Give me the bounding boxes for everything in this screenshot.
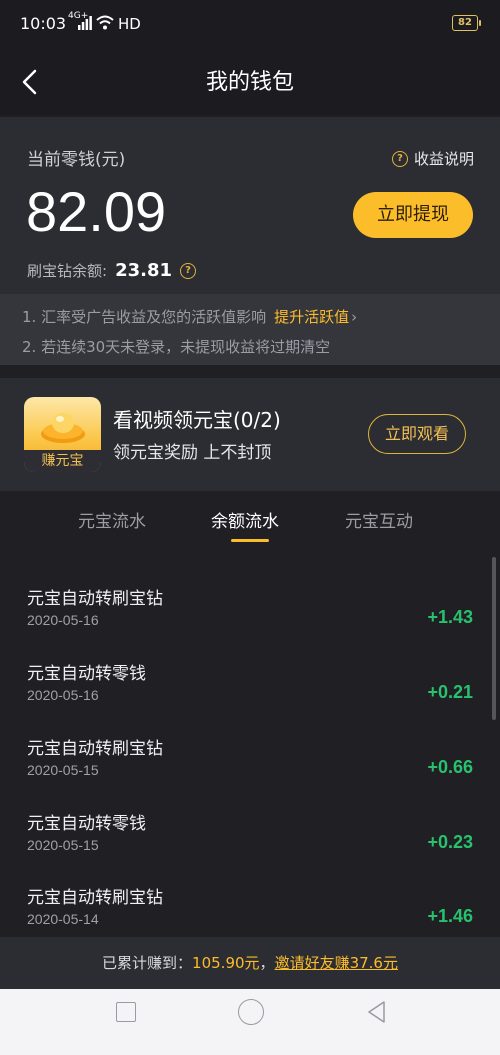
- promo-title: 看视频领元宝(0/2): [113, 408, 281, 432]
- total-earned: 105.90元: [192, 954, 260, 972]
- scrollbar[interactable]: [492, 557, 496, 720]
- status-time: 10:03: [20, 14, 67, 33]
- watch-now-button[interactable]: 立即观看: [368, 414, 466, 454]
- system-nav-bar: [0, 989, 500, 1055]
- transaction-date: 2020-05-15: [27, 837, 99, 853]
- notice-line-2: 2. 若连续30天未登录，未提现收益将过期清空: [22, 338, 331, 356]
- transaction-row: 元宝自动转刷宝钻 2020-05-16 +1.43: [0, 567, 500, 642]
- transaction-row: 元宝自动转刷宝钻 2020-05-14 +1.46: [0, 866, 500, 941]
- back-triangle-icon[interactable]: [364, 999, 390, 1025]
- transaction-amount: +0.23: [427, 832, 473, 852]
- gold-ingot-icon: 赚元宝: [24, 397, 101, 472]
- diamond-balance-label: 刷宝钻余额:: [27, 262, 108, 280]
- footer-separator: ，: [259, 954, 275, 972]
- invite-friends-link[interactable]: 邀请好友赚37.6元: [275, 954, 398, 972]
- boost-activity-link[interactable]: 提升活跃值: [274, 308, 349, 326]
- transaction-amount: +1.46: [427, 906, 473, 926]
- earnings-explain-label: 收益说明: [413, 150, 474, 168]
- transaction-date: 2020-05-16: [27, 687, 99, 703]
- transaction-amount: +0.21: [427, 682, 473, 702]
- transaction-row: 元宝自动转刷宝钻 2020-05-15 +0.66: [0, 717, 500, 792]
- transaction-date: 2020-05-14: [27, 911, 99, 927]
- tab-ingot-flow[interactable]: 元宝流水: [78, 507, 146, 532]
- balance-card: 当前零钱(元) ? 收益说明 82.09 立即提现 刷宝钻余额: 23.81 ?…: [0, 117, 500, 365]
- diamond-balance: 刷宝钻余额: 23.81 ?: [27, 260, 196, 281]
- hd-indicator: HD: [118, 15, 141, 33]
- transaction-row: 元宝自动转零钱 2020-05-15 +0.23: [0, 792, 500, 867]
- notice-text-1: 1. 汇率受广告收益及您的活跃值影响: [22, 308, 267, 326]
- transaction-title: 元宝自动转刷宝钻: [27, 589, 163, 609]
- signal-icon: [78, 16, 92, 30]
- promo-icon-label: 赚元宝: [24, 450, 101, 472]
- recent-apps-icon[interactable]: [116, 1002, 136, 1022]
- tab-balance-flow[interactable]: 余额流水: [211, 507, 279, 532]
- footer-prefix: 已累计赚到：: [102, 954, 193, 972]
- notice-line-1: 1. 汇率受广告收益及您的活跃值影响 提升活跃值 ›: [22, 306, 357, 327]
- transaction-amount: +1.43: [427, 607, 473, 627]
- chevron-right-icon: ›: [351, 308, 358, 326]
- question-icon: ?: [391, 150, 408, 167]
- home-icon[interactable]: [238, 999, 264, 1025]
- battery-icon: 82: [452, 15, 481, 31]
- wifi-icon: [96, 15, 114, 30]
- earnings-footer: 已累计赚到：105.90元，邀请好友赚37.6元: [0, 937, 500, 989]
- promo-subtitle: 领元宝奖励 上不封顶: [113, 443, 272, 463]
- balance-label: 当前零钱(元): [27, 150, 126, 170]
- transaction-title: 元宝自动转刷宝钻: [27, 888, 163, 908]
- ingot-graphic: [41, 413, 85, 443]
- transaction-date: 2020-05-16: [27, 612, 99, 628]
- question-icon[interactable]: ?: [180, 262, 196, 279]
- balance-amount: 82.09: [26, 180, 167, 243]
- notice-box: 1. 汇率受广告收益及您的活跃值影响 提升活跃值 › 2. 若连续30天未登录，未提…: [0, 294, 500, 365]
- transaction-title: 元宝自动转零钱: [27, 814, 146, 834]
- tab-bar: 元宝流水 余额流水 元宝互动: [0, 491, 500, 555]
- transaction-title: 元宝自动转刷宝钻: [27, 739, 163, 759]
- nav-bar: 我的钱包: [0, 50, 500, 115]
- transaction-row: 元宝自动转零钱 2020-05-16 +0.21: [0, 642, 500, 717]
- active-tab-indicator: [231, 539, 269, 542]
- withdraw-button[interactable]: 立即提现: [353, 192, 473, 238]
- transaction-title: 元宝自动转零钱: [27, 664, 146, 684]
- tab-ingot-interaction[interactable]: 元宝互动: [345, 507, 413, 532]
- transaction-date: 2020-05-15: [27, 762, 99, 778]
- page-title: 我的钱包: [205, 70, 294, 95]
- transaction-amount: +0.66: [427, 757, 473, 777]
- status-bar: 10:03 4G+ HD 82: [0, 0, 500, 50]
- diamond-balance-value: 23.81: [115, 260, 172, 281]
- earnings-explain-link[interactable]: ? 收益说明: [391, 148, 474, 169]
